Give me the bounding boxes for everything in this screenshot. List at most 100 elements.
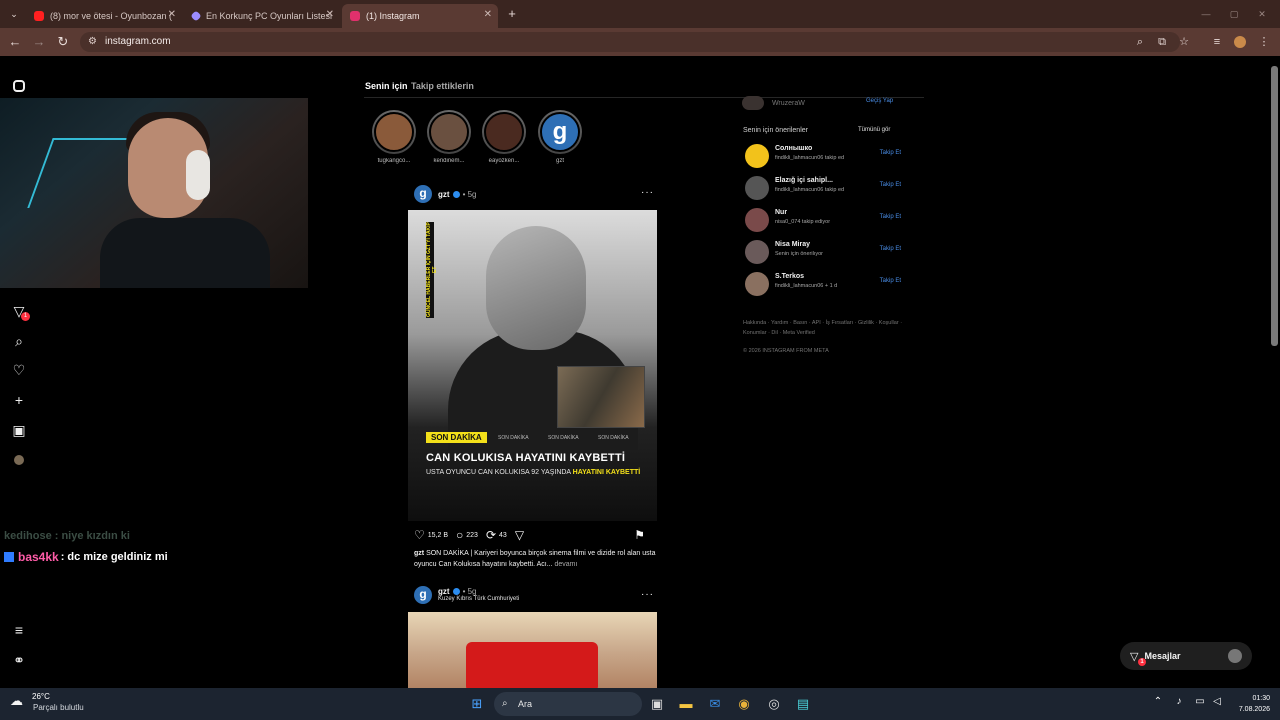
tab-instagram[interactable]: (1) Instagram ✕	[342, 4, 498, 28]
search-icon[interactable]: ⌕	[10, 332, 28, 350]
system-clock[interactable]: 01:30 7.08.2026	[1222, 693, 1270, 715]
messages-button[interactable]: ▽ 1 Mesajlar	[1120, 642, 1252, 670]
tab-following[interactable]: Takip ettiklerin	[411, 81, 474, 91]
create-icon[interactable]: +	[10, 391, 28, 409]
suggestion-avatar[interactable]	[745, 240, 769, 264]
tab-list-chevron-icon[interactable]: ⌄	[6, 6, 22, 22]
story-username: kendinem...	[433, 158, 465, 164]
post-options-icon[interactable]: ···	[641, 187, 654, 198]
microphone-icon[interactable]: ♪	[1172, 696, 1186, 707]
follow-button[interactable]: Takip Et	[880, 246, 901, 252]
caption-more-link[interactable]: devamı	[554, 561, 577, 568]
post-options-icon[interactable]: ···	[641, 589, 654, 600]
hidden-icons-chevron[interactable]: ⌃	[1151, 696, 1165, 707]
suggestion-avatar[interactable]	[745, 176, 769, 200]
post-avatar[interactable]: g	[414, 586, 432, 604]
suggestion-avatar[interactable]	[745, 272, 769, 296]
follow-button[interactable]: Takip Et	[880, 278, 901, 284]
install-app-icon[interactable]: ⧉	[1154, 34, 1170, 50]
follow-button[interactable]: Takip Et	[880, 182, 901, 188]
tab-title: (1) Instagram	[366, 11, 420, 21]
suggestion-name[interactable]: Nisa Miray	[775, 241, 810, 248]
chrome-icon[interactable]: ◉	[735, 695, 753, 713]
suggestion-name[interactable]: Elazığ içi sahipl...	[775, 177, 833, 184]
site-info-icon[interactable]: ⚙	[88, 37, 98, 47]
webcam-overlay	[0, 98, 308, 288]
follow-button[interactable]: Takip Et	[880, 214, 901, 220]
story-item[interactable]: tugkangco...	[370, 110, 418, 164]
new-tab-icon[interactable]: +	[504, 6, 520, 22]
recording-app-icon[interactable]: ◎	[765, 695, 783, 713]
follow-button[interactable]: Takip Et	[880, 150, 901, 156]
tab-for-you[interactable]: Senin için	[365, 81, 408, 91]
suggestion-avatar[interactable]	[745, 208, 769, 232]
address-bar[interactable]: ⚙ instagram.com	[80, 32, 1180, 52]
post-header: g gzt • 5g Kuzey Kıbrıs Türk Cumhuriyeti	[414, 586, 519, 604]
comment-icon[interactable]: ○	[456, 528, 463, 542]
url-text: instagram.com	[105, 36, 171, 47]
see-all-link[interactable]: Tümünü gör	[858, 127, 890, 133]
mail-icon[interactable]: ✉	[706, 695, 724, 713]
notepad-icon[interactable]: ▤	[794, 695, 812, 713]
post-image[interactable]: GÜNCEL HABERLER İÇİN GZT'Yİ TAKİP ET SON…	[408, 210, 657, 521]
profile-avatar[interactable]	[10, 451, 28, 469]
post-location[interactable]: Kuzey Kıbrıs Türk Cumhuriyeti	[438, 596, 519, 602]
messages-badge: 1	[1138, 658, 1146, 666]
story-item[interactable]: g gzt	[536, 110, 584, 164]
bookmark-star-icon[interactable]: ☆	[1176, 34, 1192, 50]
zoom-icon[interactable]: ⌕	[1132, 34, 1148, 50]
instagram-logo-icon[interactable]	[10, 77, 28, 95]
current-user-avatar[interactable]	[742, 96, 764, 110]
repost-icon[interactable]: ⟳	[486, 528, 496, 542]
heart-icon[interactable]: ♡	[10, 361, 28, 379]
post-username[interactable]: gzt	[438, 587, 450, 596]
suggestion-subtext: nisa0_074 takip ediyor	[775, 219, 831, 225]
post-avatar[interactable]: g	[414, 185, 432, 203]
minimize-icon[interactable]: —	[1198, 6, 1214, 22]
story-item[interactable]: kendinem...	[425, 110, 473, 164]
dashboard-icon[interactable]: ▣	[10, 421, 28, 439]
close-window-icon[interactable]: ✕	[1254, 6, 1270, 22]
feed-divider	[364, 97, 924, 98]
story-item[interactable]: eayozken...	[480, 110, 528, 164]
suggestion-name[interactable]: Nur	[775, 209, 787, 216]
reload-icon[interactable]: ↻	[55, 34, 71, 50]
post-inset-photo	[557, 366, 645, 428]
taskbar-search[interactable]: ⌕ Ara	[494, 692, 642, 716]
close-tab-icon[interactable]: ✕	[168, 9, 176, 20]
tab-article[interactable]: En Korkunç PC Oyunları Listesi ✕	[184, 4, 340, 28]
forward-icon[interactable]: →	[31, 34, 47, 50]
footer-links[interactable]: Hakkında · Yardım · Basın · API · İş Fır…	[743, 318, 903, 338]
profile-avatar[interactable]	[1232, 34, 1248, 50]
file-explorer-icon[interactable]: ▬	[677, 695, 695, 713]
meta-apps-icon[interactable]: ⚭	[10, 651, 28, 669]
post-username[interactable]: gzt	[438, 190, 450, 199]
weather-widget[interactable]: ☁ 26°C Parçalı bulutlu	[10, 692, 84, 712]
close-tab-icon[interactable]: ✕	[326, 9, 334, 20]
caption-username[interactable]: gzt	[414, 550, 424, 557]
suggestion-name[interactable]: Солнышко	[775, 145, 812, 152]
media-controls-icon[interactable]: ≡	[1209, 34, 1225, 50]
suggestion-name[interactable]: S.Terkos	[775, 273, 804, 280]
more-menu-icon[interactable]: ≡	[10, 621, 28, 639]
post-header: g gzt • 5g	[414, 185, 476, 203]
back-icon[interactable]: ←	[7, 34, 23, 50]
task-view-icon[interactable]: ▣	[648, 695, 666, 713]
switch-account-link[interactable]: Geçiş Yap	[866, 98, 893, 104]
suggestion-avatar[interactable]	[745, 144, 769, 168]
windows-start-icon[interactable]: ⊞	[468, 695, 486, 713]
network-icon[interactable]: ▭	[1193, 696, 1207, 707]
instagram-icon	[350, 11, 360, 21]
like-heart-icon[interactable]: ♡	[414, 528, 425, 542]
close-tab-icon[interactable]: ✕	[484, 9, 492, 20]
suggestion-item: Солнышко findikli_lahmacun06 takip ed Ta…	[745, 142, 901, 168]
post-image[interactable]	[408, 612, 657, 688]
save-bookmark-icon[interactable]: ⚑	[634, 528, 645, 542]
like-count: 15,2 B	[427, 531, 449, 539]
page-scrollbar[interactable]	[1271, 66, 1278, 346]
story-username: tugkangco...	[377, 158, 411, 164]
maximize-icon[interactable]: ▢	[1226, 6, 1242, 22]
browser-menu-icon[interactable]: ⋮	[1256, 34, 1272, 50]
tab-youtube[interactable]: (8) mor ve ötesi - Oyunbozan ( ✕	[26, 4, 182, 28]
share-icon[interactable]: ▽	[515, 528, 524, 542]
